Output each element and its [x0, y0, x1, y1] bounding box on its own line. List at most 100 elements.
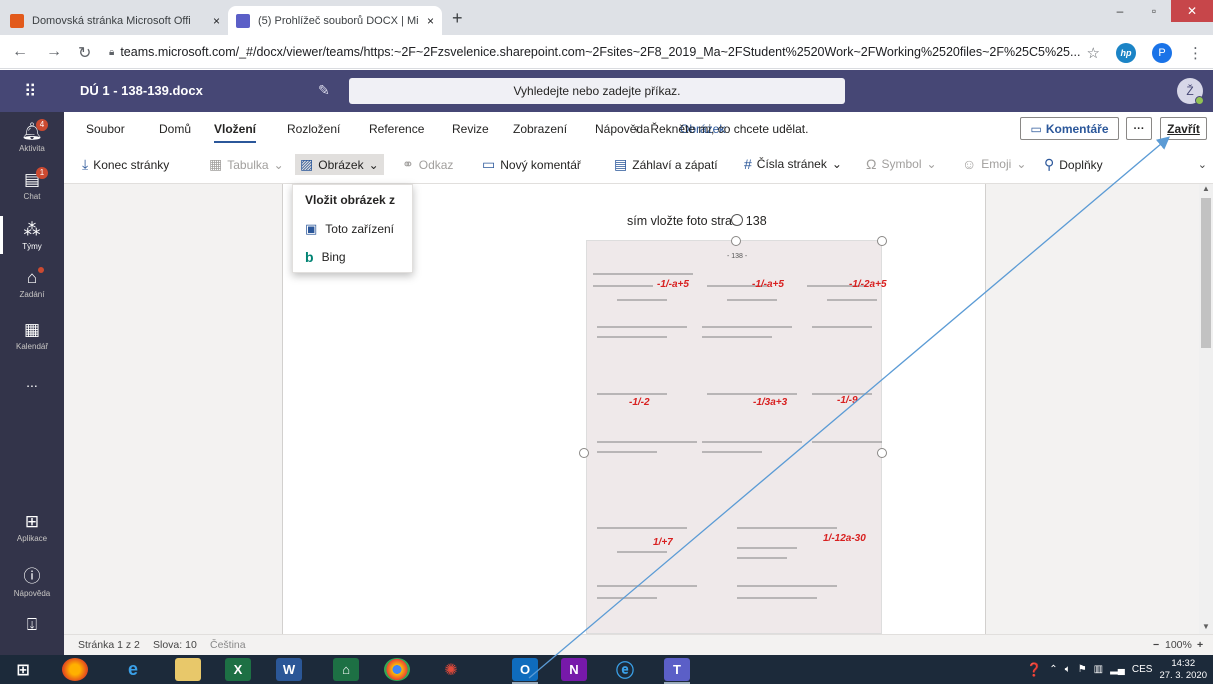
network-icon[interactable]: ▥ — [1094, 664, 1103, 675]
rail-activity[interactable]: 🔔︎ 4 Aktivita — [0, 119, 64, 153]
rail-help[interactable]: ⓘ Nápověda — [0, 562, 64, 598]
scroll-down-icon[interactable]: ▼ — [1199, 622, 1213, 634]
new-tab-button[interactable]: + — [452, 8, 463, 29]
tab-docx-viewer[interactable]: (5) Prohlížeč souborů DOCX | Mi × — [228, 6, 442, 35]
firefox-icon[interactable] — [62, 658, 88, 681]
reload-icon[interactable]: ↻ — [78, 43, 91, 63]
edit-icon[interactable]: ✎ — [318, 82, 330, 99]
help-tray-icon[interactable]: ❓ — [1026, 662, 1042, 678]
resize-handle[interactable] — [579, 448, 589, 458]
lightbulb-icon: ♀ — [632, 122, 641, 136]
page-numbers-label: Čísla stránek — [756, 157, 827, 171]
bookmark-star-icon[interactable]: ☆ — [1087, 44, 1100, 62]
symbol-button[interactable]: Ω Symbol ⌄ — [866, 156, 937, 172]
edge-icon[interactable]: ⓔ — [612, 658, 638, 681]
rail-apps[interactable]: ⊞ Aplikace — [0, 512, 64, 543]
tell-me-box[interactable]: ♀ Řekněte mi, co chcete udělat. — [632, 122, 808, 136]
tab-insert[interactable]: Vložení — [214, 122, 257, 143]
page-break-icon: ⤓ — [82, 156, 89, 172]
emoji-button[interactable]: ☺ Emoji ⌄ — [962, 156, 1026, 172]
hp-extension-icon[interactable]: hp — [1116, 43, 1136, 63]
menu-item-this-device[interactable]: ▣ Toto zařízení — [293, 215, 414, 243]
word-icon[interactable]: W — [276, 658, 302, 681]
clock[interactable]: 14:32 27. 3. 2020 — [1159, 658, 1207, 682]
rail-teams[interactable]: ⁂ Týmy — [0, 216, 64, 254]
ribbon-collapse-icon[interactable]: ⌄ — [1198, 158, 1207, 171]
clock-time: 14:32 — [1171, 657, 1196, 669]
menu-item-bing[interactable]: b Bing — [293, 243, 414, 271]
addins-button[interactable]: ⚲ Doplňky — [1044, 156, 1103, 173]
rail-chat[interactable]: ▤ 1 Chat — [0, 167, 64, 201]
vertical-scrollbar[interactable]: ▲ ▼ — [1199, 184, 1213, 634]
new-comment-button[interactable]: ▭ Nový komentář — [482, 156, 581, 173]
forward-icon[interactable]: → — [46, 43, 62, 61]
internet-explorer-icon[interactable]: e — [120, 658, 146, 681]
table-button[interactable]: ▦ Tabulka ⌄ — [209, 156, 284, 173]
teams-icon — [236, 13, 250, 28]
tab-view[interactable]: Zobrazení — [513, 122, 567, 136]
tab-review[interactable]: Revize — [452, 122, 489, 136]
resize-handle[interactable] — [877, 236, 887, 246]
user-avatar[interactable]: Ž — [1177, 78, 1204, 105]
rail-calendar[interactable]: ▦ Kalendář — [0, 320, 64, 351]
comments-label: Komentáře — [1045, 121, 1109, 136]
chat-badge: 1 — [36, 167, 48, 179]
comment-icon: ▭ — [1030, 121, 1042, 136]
picture-button[interactable]: ▨ Obrázek ⌄ — [295, 154, 384, 175]
rail-more[interactable]: ... — [0, 374, 64, 390]
scroll-thumb[interactable] — [1201, 198, 1211, 348]
language-indicator[interactable]: Čeština — [210, 639, 246, 651]
resize-handle[interactable] — [877, 448, 887, 458]
signal-icon[interactable]: ▂▄ — [1110, 664, 1125, 675]
addins-icon: ⚲ — [1044, 156, 1055, 172]
page-break-button[interactable]: ⤓ Konec stránky — [82, 156, 169, 173]
close-document-button[interactable]: Zavřít — [1160, 117, 1207, 140]
rail-download[interactable]: ⍗ — [0, 615, 64, 637]
smiley-icon: ☺ — [962, 156, 977, 172]
tab-references[interactable]: Reference — [369, 122, 424, 136]
minimize-button[interactable]: – — [1103, 0, 1137, 22]
outlook-icon[interactable]: O — [512, 658, 538, 684]
tab-office-home[interactable]: Domovská stránka Microsoft Offi × — [2, 6, 228, 35]
rail-assignments[interactable]: ⌂ Zadání — [0, 267, 64, 299]
browser-menu-icon[interactable]: ⋮ — [1188, 44, 1203, 62]
windows-start-icon[interactable]: ⊞ — [10, 658, 36, 681]
zoom-out-button[interactable]: − — [1153, 639, 1159, 651]
teams-taskbar-icon[interactable]: T — [664, 658, 690, 684]
more-options-button[interactable]: ··· — [1126, 117, 1152, 140]
excel-icon[interactable]: X — [225, 658, 251, 681]
scroll-up-icon[interactable]: ▲ — [1199, 184, 1213, 196]
onenote-icon[interactable]: N — [561, 658, 587, 681]
file-explorer-icon[interactable] — [175, 658, 201, 681]
link-button[interactable]: ⚭ Odkaz — [402, 156, 453, 173]
zoom-in-button[interactable]: + — [1197, 639, 1203, 651]
flag-icon[interactable]: ⚑ — [1078, 664, 1087, 675]
input-language[interactable]: CES — [1132, 664, 1153, 675]
app-icon[interactable]: ✺ — [438, 658, 464, 681]
back-icon[interactable]: ← — [12, 43, 28, 61]
resize-handle[interactable] — [731, 236, 741, 246]
chrome-icon[interactable] — [384, 658, 410, 681]
zoom-level[interactable]: 100% — [1165, 639, 1192, 651]
device-icon: ▣ — [305, 221, 318, 236]
address-bar[interactable]: 🔒︎ teams.microsoft.com/_#/docx/viewer/te… — [109, 40, 1139, 64]
tab-home[interactable]: Domů — [159, 122, 191, 136]
window-close-button[interactable]: ✕ — [1171, 0, 1213, 22]
volume-icon[interactable]: 🔈︎ — [1065, 664, 1071, 675]
store-icon[interactable]: ⌂ — [333, 658, 359, 681]
profile-avatar[interactable]: P — [1152, 43, 1172, 63]
maximize-button[interactable]: ▫ — [1137, 0, 1171, 22]
search-input[interactable]: Vyhledejte nebo zadejte příkaz. — [349, 78, 845, 104]
tab-layout[interactable]: Rozložení — [287, 122, 340, 136]
tab-close-icon[interactable]: × — [427, 14, 434, 28]
header-footer-button[interactable]: ▤ Záhlaví a zápatí — [614, 156, 718, 173]
app-launcher-icon[interactable]: ⠿ — [24, 82, 36, 102]
tab-close-icon[interactable]: × — [213, 14, 220, 28]
rotate-handle-icon[interactable] — [731, 214, 743, 226]
inserted-photo[interactable]: - 138 - -1/-a+5 -1/-a+5 -1/-2a+5 -1/-2 -… — [586, 240, 887, 634]
comments-button[interactable]: ▭ Komentáře — [1020, 117, 1119, 140]
page-numbers-button[interactable]: # Čísla stránek ⌄ — [744, 156, 842, 172]
tab-file[interactable]: Soubor — [86, 122, 125, 136]
tray-chevron-icon[interactable]: ⌃ — [1049, 664, 1057, 675]
system-tray: ❓ ⌃ 🔈︎ ⚑ ▥ ▂▄ CES 14:32 27. 3. 2020 — [1026, 655, 1213, 684]
